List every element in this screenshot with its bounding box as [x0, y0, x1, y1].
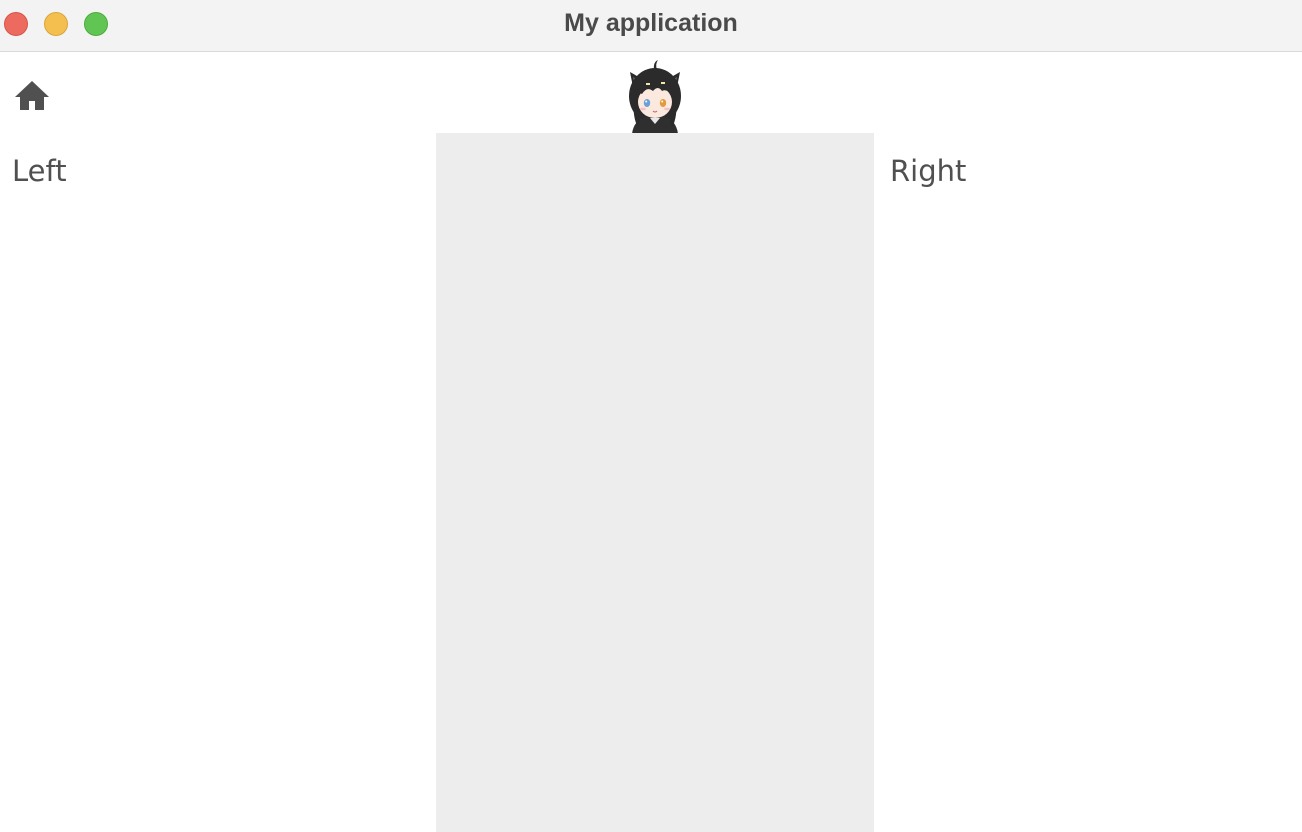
title-bar[interactable]: My application [0, 0, 1302, 52]
left-panel: Left [0, 133, 436, 832]
home-icon [15, 81, 49, 110]
avatar[interactable] [620, 58, 690, 134]
app-window: My application Left Right [0, 0, 1302, 832]
right-panel: Right [874, 133, 1302, 832]
avatar-image [629, 60, 681, 134]
left-panel-label: Left [12, 154, 67, 188]
window-title: My application [564, 9, 738, 37]
center-panel [436, 133, 874, 832]
right-panel-label: Right [890, 154, 967, 188]
home-button[interactable] [12, 76, 52, 116]
